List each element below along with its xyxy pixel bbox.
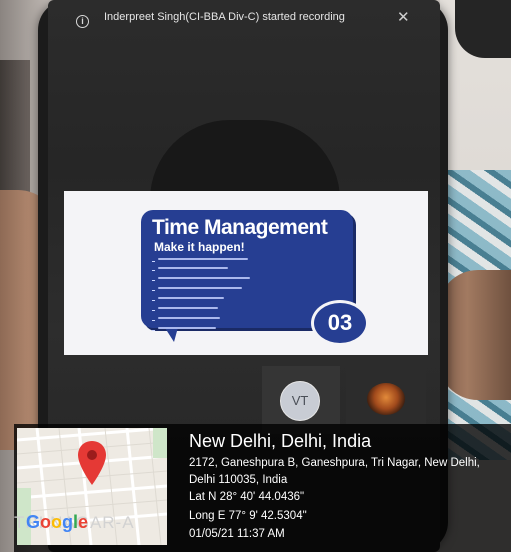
participant-avatar: VT: [280, 381, 320, 421]
slide-bullet: [152, 306, 302, 314]
slide-bullet: [152, 267, 302, 274]
close-icon[interactable]: ✕: [397, 8, 410, 26]
location-title: New Delhi, Delhi, India: [189, 431, 372, 451]
slide-title: Time Management: [152, 216, 328, 239]
dark-object: [455, 0, 511, 58]
hand-right: [438, 270, 511, 400]
participant-photo-avatar: [367, 383, 405, 415]
slide-bullet: [152, 277, 302, 284]
notification-text: Inderpreet Singh(CI-BBA Div-C) started r…: [104, 11, 345, 23]
slide-bullet: [152, 287, 302, 294]
slide-bullet-list: [152, 255, 302, 334]
latitude: Lat N 28° 40' 44.0436": [189, 491, 305, 503]
slide-bullet: [152, 297, 302, 304]
timestamp: 01/05/21 11:37 AM: [189, 528, 285, 540]
longitude: Long E 77° 9' 42.5304": [189, 510, 307, 522]
slide-bullet: [152, 326, 302, 334]
slide-bullet: [152, 316, 302, 324]
slide-subtitle: Make it happen!: [154, 240, 245, 254]
location-address: 2172, Ganeshpura B, Ganeshpura, Tri Naga…: [189, 457, 480, 486]
info-icon: i: [76, 15, 89, 28]
slide-bullet: [152, 257, 302, 265]
google-logo: Google: [26, 512, 89, 532]
slide-number-badge: 03: [311, 300, 369, 346]
map-pin-icon: [78, 441, 106, 485]
